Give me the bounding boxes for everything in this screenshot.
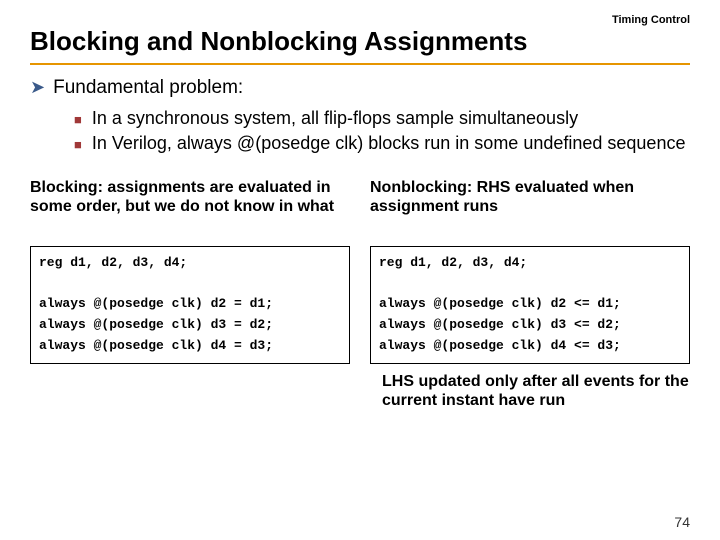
title-underline xyxy=(30,63,690,65)
section-label: Timing Control xyxy=(612,14,690,26)
square-icon: ■ xyxy=(74,112,82,129)
sub-bullet-list: ■ In a synchronous system, all flip-flop… xyxy=(74,107,690,156)
sub-bullet: ■ In a synchronous system, all flip-flop… xyxy=(74,107,690,130)
blocking-description: Blocking: assignments are evaluated in s… xyxy=(30,178,350,236)
nonblocking-column: Nonblocking: RHS evaluated when assignme… xyxy=(370,178,690,410)
arrow-icon: ➤ xyxy=(30,77,45,99)
blocking-column: Blocking: assignments are evaluated in s… xyxy=(30,178,350,410)
nonblocking-code: reg d1, d2, d3, d4; always @(posedge clk… xyxy=(370,246,690,364)
nonblocking-footnote: LHS updated only after all events for th… xyxy=(382,372,690,410)
sub-bullet: ■ In Verilog, always @(posedge clk) bloc… xyxy=(74,132,690,155)
blocking-code: reg d1, d2, d3, d4; always @(posedge clk… xyxy=(30,246,350,364)
slide-title: Blocking and Nonblocking Assignments xyxy=(30,26,690,57)
page-number: 74 xyxy=(674,514,690,530)
main-bullet-text: Fundamental problem: xyxy=(53,77,243,99)
nonblocking-description: Nonblocking: RHS evaluated when assignme… xyxy=(370,178,690,236)
sub-bullet-text: In a synchronous system, all flip-flops … xyxy=(92,107,578,130)
comparison-columns: Blocking: assignments are evaluated in s… xyxy=(30,178,690,410)
sub-bullet-text: In Verilog, always @(posedge clk) blocks… xyxy=(92,132,686,155)
body-content: ➤ Fundamental problem: ■ In a synchronou… xyxy=(30,77,690,156)
square-icon: ■ xyxy=(74,137,82,154)
main-bullet: ➤ Fundamental problem: xyxy=(30,77,690,99)
